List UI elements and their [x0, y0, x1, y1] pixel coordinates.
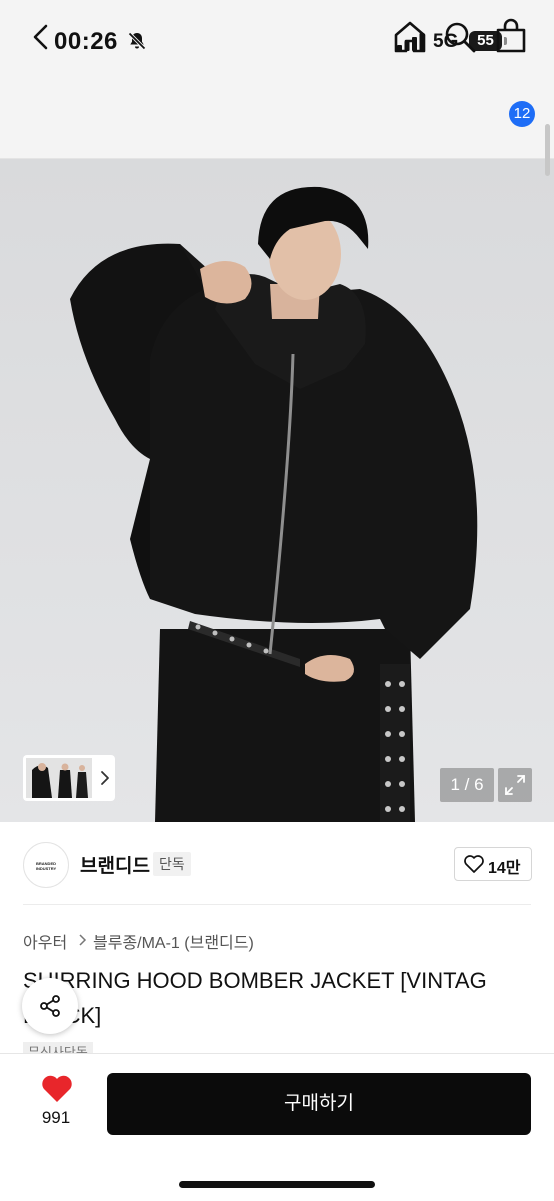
- brand-like-button[interactable]: 14만: [454, 847, 532, 881]
- brand-exclusive-badge: 단독: [153, 852, 191, 876]
- product-title-line-1: SHIRRING HOOD BOMBER JACKET [VINTAG: [23, 968, 487, 993]
- bell-muted-icon: [128, 32, 146, 50]
- image-page-indicator: 1 / 6: [440, 768, 494, 802]
- search-icon: [445, 22, 476, 53]
- fullscreen-button[interactable]: [498, 768, 532, 802]
- chevron-right-icon: [79, 934, 87, 946]
- buy-button[interactable]: 구매하기: [107, 1073, 531, 1135]
- brand-logo[interactable]: BRANDED INDUSTRY: [23, 842, 69, 888]
- bag-icon: [496, 18, 526, 53]
- cart-button[interactable]: [492, 17, 532, 57]
- home-icon: [394, 21, 426, 53]
- heart-outline-icon: [464, 855, 484, 873]
- share-icon: [40, 995, 60, 1017]
- chevron-left-icon: [33, 24, 48, 50]
- expand-icon: [505, 775, 525, 795]
- home-button[interactable]: [390, 17, 430, 57]
- brand-name[interactable]: 브랜디드: [80, 851, 150, 878]
- heart-filled-icon[interactable]: [40, 1074, 74, 1104]
- brand-like-count: 14만: [488, 860, 521, 877]
- product-image[interactable]: [0, 159, 554, 822]
- chevron-right-icon[interactable]: [98, 769, 112, 787]
- breadcrumb-subcategory[interactable]: 블루종/MA-1 (브랜디드): [93, 929, 254, 953]
- model-photo: [0, 159, 554, 822]
- share-button[interactable]: [22, 978, 78, 1034]
- status-time: 00:26: [54, 28, 118, 55]
- breadcrumb-category[interactable]: 아우터: [23, 929, 67, 953]
- search-button[interactable]: [440, 17, 480, 57]
- heart-count: 991: [41, 1108, 71, 1127]
- thumbnail-image: [26, 758, 92, 798]
- cart-count-badge: 12: [509, 101, 535, 127]
- page-scrollbar[interactable]: [545, 124, 550, 176]
- back-button[interactable]: [22, 17, 62, 57]
- divider: [23, 904, 531, 905]
- top-nav-bar: [0, 84, 554, 159]
- home-indicator[interactable]: [179, 1181, 375, 1188]
- brand-logo-text: BRANDED INDUSTRY: [35, 861, 57, 871]
